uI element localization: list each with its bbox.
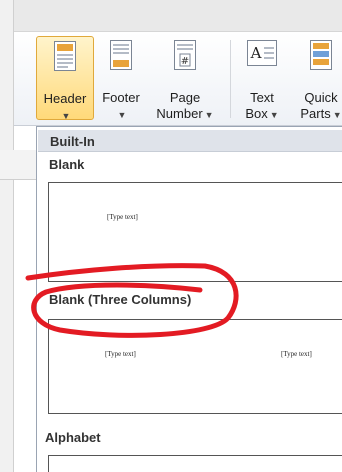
ribbon-separator — [230, 40, 231, 118]
svg-text:A: A — [250, 44, 262, 62]
page-number-icon: # — [174, 40, 196, 73]
gallery-item-title-alphabet: Alphabet — [45, 430, 101, 445]
quick-parts-button[interactable]: Quick Parts ▼ — [294, 36, 342, 121]
window-title-band — [0, 0, 342, 32]
header-button[interactable]: Header ▼ — [36, 36, 94, 121]
gallery-item-blank-three-columns[interactable]: [Type text] [Type text] — [48, 319, 342, 414]
header-icon — [54, 41, 76, 74]
placeholder-text-left: [Type text] — [105, 350, 136, 358]
placeholder-text-right: [Type text] — [281, 350, 312, 358]
page-number-label-line2: Number ▼ — [156, 106, 214, 121]
window-left-edge — [0, 0, 14, 472]
gallery-item-title-blank-three-columns: Blank (Three Columns) — [49, 292, 192, 307]
page-number-label-line1: Page — [169, 90, 201, 105]
footer-icon — [110, 40, 132, 73]
text-box-label-line2: Box ▼ — [245, 106, 279, 121]
text-box-button[interactable]: A Text Box ▼ — [238, 36, 286, 121]
header-gallery-dropdown: Built-In Blank [Type text] Blank (Three … — [36, 126, 342, 472]
gallery-category-header: Built-In — [38, 130, 342, 152]
placeholder-text: [Type text] — [107, 213, 138, 221]
quick-parts-icon — [310, 40, 332, 73]
footer-button-caret: ▼ — [117, 110, 127, 120]
page-number-button[interactable]: # Page Number ▼ — [150, 36, 220, 121]
footer-button[interactable]: Footer ▼ — [96, 36, 146, 120]
ribbon-insert-tab: e Header ▼ Footer ▼ — [0, 32, 342, 126]
gallery-category-label: Built-In — [50, 134, 95, 149]
document-ruler-strip — [0, 150, 36, 180]
header-button-caret: ▼ — [61, 111, 71, 121]
text-box-icon: A — [247, 40, 277, 69]
gallery-item-alphabet[interactable] — [48, 455, 342, 472]
quick-parts-label-line2: Parts ▼ — [300, 106, 342, 121]
svg-text:#: # — [181, 56, 189, 67]
quick-parts-label-line1: Quick — [304, 90, 338, 105]
footer-button-label: Footer — [102, 90, 140, 105]
text-box-label-line1: Text — [250, 90, 274, 105]
gallery-item-title-blank: Blank — [49, 157, 85, 172]
header-button-label: Header — [43, 91, 87, 106]
gallery-item-blank[interactable]: [Type text] — [48, 182, 342, 282]
